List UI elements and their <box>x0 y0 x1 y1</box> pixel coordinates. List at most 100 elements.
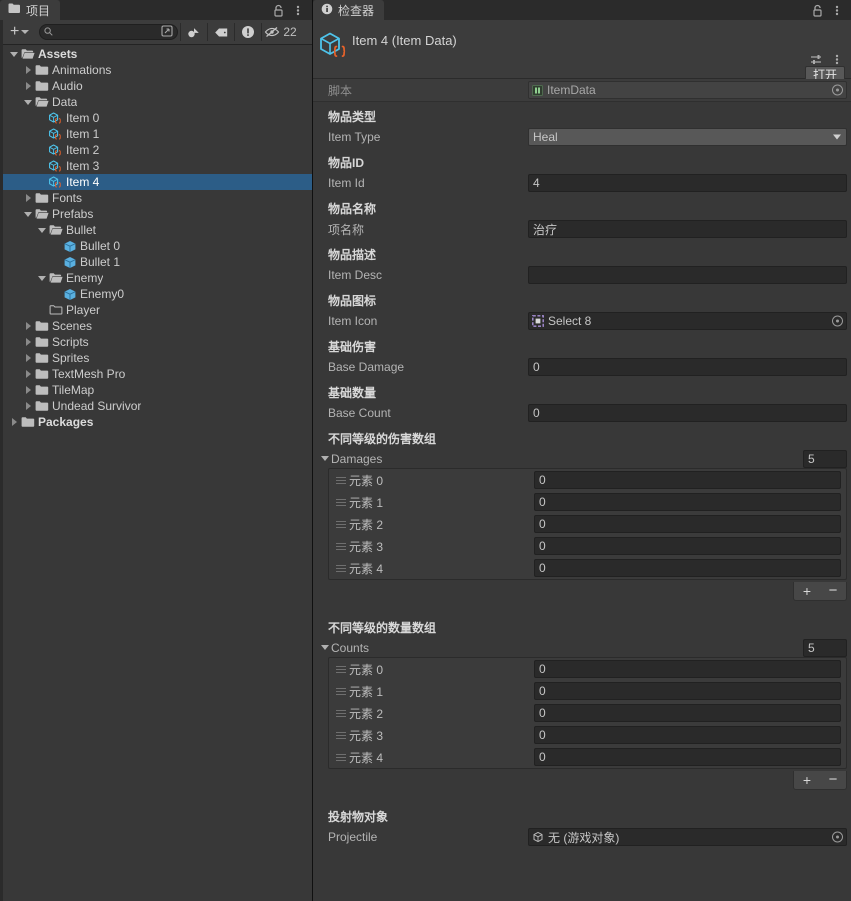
array-element-field[interactable]: 0 <box>534 704 841 722</box>
lock-open-icon[interactable] <box>272 3 286 17</box>
tree-item-undead-survivor[interactable]: Undead Survivor <box>0 398 312 414</box>
tree-item-packages[interactable]: Packages <box>0 414 312 430</box>
object-picker-icon[interactable] <box>832 315 843 327</box>
tree-item-assets[interactable]: Assets <box>0 46 312 62</box>
tree-item-bullet-0[interactable]: Bullet 0 <box>0 238 312 254</box>
object-picker-icon[interactable] <box>832 84 843 96</box>
array-element-field[interactable]: 0 <box>534 515 841 533</box>
array-element-field[interactable]: 0 <box>534 726 841 744</box>
panel-splitter[interactable] <box>0 20 3 901</box>
tree-item-sprites[interactable]: Sprites <box>0 350 312 366</box>
array-element-field[interactable]: 0 <box>534 660 841 678</box>
chevron-right-icon[interactable] <box>22 338 34 346</box>
counts-size-field[interactable]: 5 <box>803 638 847 657</box>
save-search-icon[interactable] <box>161 24 173 40</box>
chevron-right-icon[interactable] <box>22 82 34 90</box>
chevron-right-icon[interactable] <box>8 418 20 426</box>
array-element-row[interactable]: 元素 2 0 <box>329 702 846 724</box>
create-asset-button[interactable]: + <box>6 23 33 41</box>
array-element-row[interactable]: 元素 3 0 <box>329 535 846 557</box>
chevron-down-icon[interactable] <box>36 227 48 233</box>
search-field[interactable] <box>39 24 179 40</box>
tree-item-textmesh-pro[interactable]: TextMesh Pro <box>0 366 312 382</box>
item-icon-field[interactable]: Select 8 <box>528 312 847 330</box>
chevron-down-icon[interactable] <box>36 275 48 281</box>
item-id-field[interactable]: 4 <box>528 174 847 192</box>
array-element-row[interactable]: 元素 4 0 <box>329 557 846 579</box>
tree-item-audio[interactable]: Audio <box>0 78 312 94</box>
drag-handle-icon[interactable] <box>332 753 349 761</box>
base-damage-field[interactable]: 0 <box>528 358 847 376</box>
array-element-row[interactable]: 元素 0 0 <box>329 469 846 491</box>
array-add-button[interactable]: + <box>794 582 820 600</box>
kebab-menu-icon[interactable] <box>291 3 305 17</box>
drag-handle-icon[interactable] <box>332 520 349 528</box>
tree-item-data[interactable]: Data <box>0 94 312 110</box>
drag-handle-icon[interactable] <box>332 542 349 550</box>
tree-item-scenes[interactable]: Scenes <box>0 318 312 334</box>
tree-item-animations[interactable]: Animations <box>0 62 312 78</box>
array-element-field[interactable]: 0 <box>534 471 841 489</box>
array-add-button[interactable]: + <box>794 771 820 789</box>
tree-item-item-2[interactable]: Item 2 <box>0 142 312 158</box>
array-element-row[interactable]: 元素 2 0 <box>329 513 846 535</box>
array-element-row[interactable]: 元素 0 0 <box>329 658 846 680</box>
label-icon[interactable] <box>210 23 232 41</box>
warning-icon[interactable] <box>237 23 259 41</box>
chevron-right-icon[interactable] <box>22 354 34 362</box>
tree-item-fonts[interactable]: Fonts <box>0 190 312 206</box>
tree-item-bullet[interactable]: Bullet <box>0 222 312 238</box>
chevron-down-icon[interactable] <box>318 456 331 461</box>
hidden-packages-toggle[interactable]: 22 <box>264 25 302 39</box>
chevron-down-icon[interactable] <box>8 51 20 57</box>
array-element-field[interactable]: 0 <box>534 748 841 766</box>
drag-handle-icon[interactable] <box>332 731 349 739</box>
drag-handle-icon[interactable] <box>332 476 349 484</box>
favorites-icon[interactable] <box>183 23 205 41</box>
script-field[interactable]: ItemData <box>528 81 847 99</box>
chevron-right-icon[interactable] <box>22 386 34 394</box>
tree-item-tilemap[interactable]: TileMap <box>0 382 312 398</box>
drag-handle-icon[interactable] <box>332 564 349 572</box>
tree-item-item-1[interactable]: Item 1 <box>0 126 312 142</box>
array-element-row[interactable]: 元素 1 0 <box>329 491 846 513</box>
chevron-right-icon[interactable] <box>22 66 34 74</box>
chevron-right-icon[interactable] <box>22 194 34 202</box>
tab-project[interactable]: 项目 <box>0 0 61 20</box>
item-desc-field[interactable] <box>528 266 847 284</box>
tree-item-player[interactable]: Player <box>0 302 312 318</box>
tree-item-scripts[interactable]: Scripts <box>0 334 312 350</box>
base-count-field[interactable]: 0 <box>528 404 847 422</box>
preset-sliders-icon[interactable] <box>809 52 823 66</box>
drag-handle-icon[interactable] <box>332 687 349 695</box>
chevron-down-icon[interactable] <box>318 645 331 650</box>
array-remove-button[interactable]: − <box>820 582 846 600</box>
chevron-right-icon[interactable] <box>22 322 34 330</box>
array-element-row[interactable]: 元素 3 0 <box>329 724 846 746</box>
search-input[interactable] <box>57 26 158 38</box>
chevron-down-icon[interactable] <box>22 211 34 217</box>
object-picker-icon[interactable] <box>832 831 843 843</box>
tree-item-item-3[interactable]: Item 3 <box>0 158 312 174</box>
chevron-down-icon[interactable] <box>22 99 34 105</box>
damages-size-field[interactable]: 5 <box>803 449 847 468</box>
array-element-field[interactable]: 0 <box>534 559 841 577</box>
tree-item-item-4[interactable]: Item 4 <box>0 174 312 190</box>
tree-item-bullet-1[interactable]: Bullet 1 <box>0 254 312 270</box>
kebab-menu-icon[interactable] <box>830 3 844 17</box>
drag-handle-icon[interactable] <box>332 498 349 506</box>
project-tree[interactable]: Assets Animations Audio Data Item 0 Item 1 Ite… <box>0 45 312 901</box>
projectile-field[interactable]: 无 (游戏对象) <box>528 828 847 846</box>
array-element-row[interactable]: 元素 4 0 <box>329 746 846 768</box>
item-type-field[interactable]: Heal <box>528 128 847 146</box>
drag-handle-icon[interactable] <box>332 709 349 717</box>
tree-item-item-0[interactable]: Item 0 <box>0 110 312 126</box>
tree-item-enemy[interactable]: Enemy <box>0 270 312 286</box>
lock-open-icon[interactable] <box>811 3 825 17</box>
item-name-field[interactable]: 治疗 <box>528 220 847 238</box>
array-element-field[interactable]: 0 <box>534 493 841 511</box>
kebab-menu-icon[interactable] <box>830 52 844 66</box>
drag-handle-icon[interactable] <box>332 665 349 673</box>
chevron-right-icon[interactable] <box>22 402 34 410</box>
array-element-field[interactable]: 0 <box>534 682 841 700</box>
